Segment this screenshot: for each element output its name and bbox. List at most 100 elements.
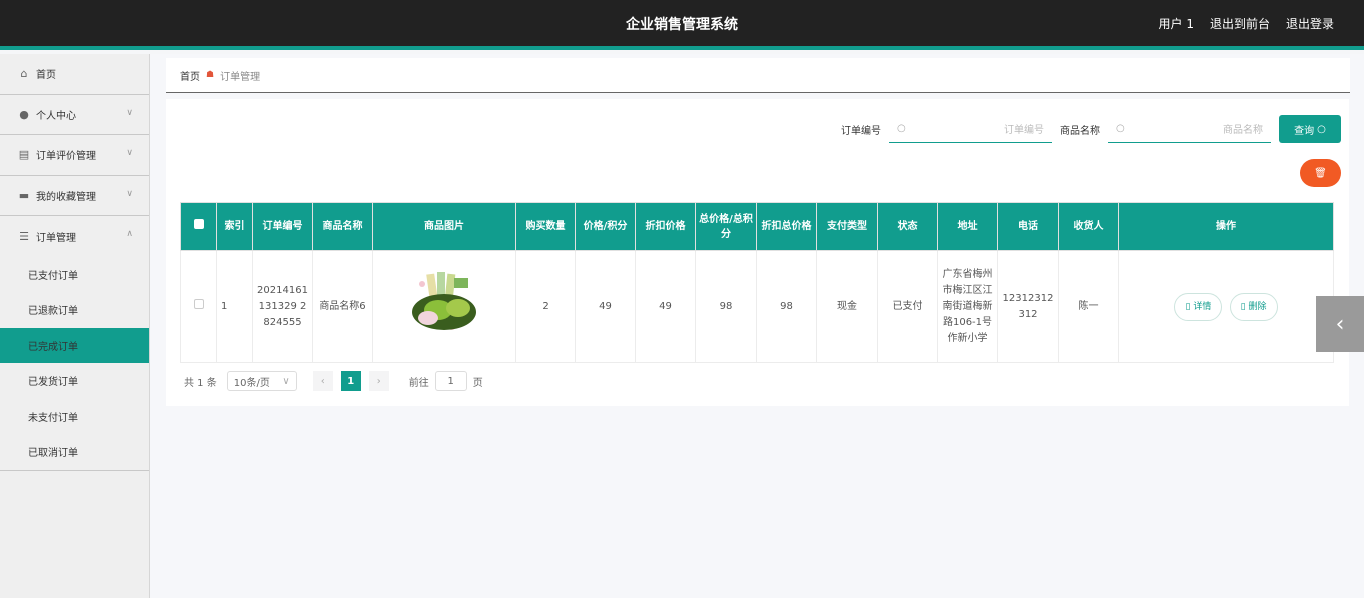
search-icon: ○ — [1116, 123, 1125, 134]
cell-product-image — [372, 250, 516, 363]
trash-icon: ▯ — [1240, 301, 1246, 312]
column-header: 支付类型 — [816, 202, 878, 251]
sidebar-sub-completed[interactable]: 已完成订单 — [0, 327, 149, 363]
select-all-checkbox[interactable] — [193, 219, 204, 229]
sidebar-item-orders[interactable]: ☰ 订单管理 ∧ — [0, 216, 149, 257]
select-all-cell[interactable] — [180, 202, 217, 251]
search-icon: ○ — [1317, 123, 1326, 135]
search-row: 订单编号 ○ 订单编号 商品名称 ○ 商品名称 查询 ○ — [841, 115, 1341, 143]
chevron-down-icon: ∨ — [282, 375, 290, 387]
page-unit-label: 页 — [472, 377, 483, 389]
trash-icon: 🗑 — [1314, 167, 1327, 179]
sidebar-item-favorites[interactable]: ▬ 我的收藏管理 ∨ — [0, 176, 149, 216]
user-link[interactable]: 用户 1 — [1159, 15, 1194, 32]
breadcrumb-home[interactable]: 首页 — [180, 68, 200, 83]
column-header: 商品图片 — [372, 202, 516, 251]
cell-receiver: 陈一 — [1058, 250, 1119, 363]
back-to-front-link[interactable]: 退出到前台 — [1210, 15, 1270, 32]
main-content: 首页 ☗ 订单管理 订单编号 ○ 订单编号 商品名称 ○ 商品名称 查询 ○ 🗑 — [150, 54, 1364, 598]
column-header: 操作 — [1118, 202, 1334, 251]
column-header: 索引 — [216, 202, 253, 251]
goto-label: 前往 — [408, 377, 429, 389]
sidebar-sub-refunded[interactable]: 已退款订单 — [0, 292, 149, 328]
column-header: 收货人 — [1058, 202, 1119, 251]
sidebar-sub-paid[interactable]: 已支付订单 — [0, 257, 149, 293]
page-number-button[interactable]: 1 — [340, 371, 361, 391]
cell-address: 广东省梅州市梅江区江南街道梅新路106-1号作新小学 — [937, 250, 998, 363]
cell-discount-total: 98 — [756, 250, 817, 363]
home-icon: ⌂ — [20, 67, 28, 81]
column-header: 价格/积分 — [575, 202, 636, 251]
header-links: 用户 1 退出到前台 退出登录 — [1159, 15, 1334, 32]
page-size-select[interactable]: 10条/页 ∨ — [226, 371, 297, 391]
column-header: 折扣价格 — [635, 202, 696, 251]
product-name-input[interactable]: ○ 商品名称 — [1108, 116, 1271, 143]
chevron-down-icon: ∨ — [126, 188, 133, 199]
chevron-down-icon: ∨ — [126, 107, 133, 118]
order-submenu: 已支付订单 已退款订单 已完成订单 已发货订单 未支付订单 已取消订单 — [0, 257, 149, 471]
cell-total: 98 — [695, 250, 757, 363]
order-panel: 订单编号 ○ 订单编号 商品名称 ○ 商品名称 查询 ○ 🗑 索引 订单编号 商… — [166, 99, 1349, 406]
cell-discount-price: 49 — [635, 250, 696, 363]
batch-delete-button[interactable]: 🗑 — [1300, 159, 1341, 187]
breadcrumb-separator-icon: ☗ — [206, 70, 215, 80]
search-icon: ○ — [897, 123, 906, 134]
table-header-row: 索引 订单编号 商品名称 商品图片 购买数量 价格/积分 折扣价格 总价格/总积… — [180, 202, 1334, 251]
delete-button[interactable]: ▯ 删除 — [1229, 292, 1278, 321]
sidebar-item-label: 个人中心 — [36, 110, 76, 122]
row-checkbox[interactable] — [193, 298, 204, 309]
clipboard-icon: ▤ — [18, 148, 30, 162]
query-button-label: 查询 — [1294, 125, 1315, 137]
sidebar-item-label: 首页 — [36, 70, 56, 82]
order-no-placeholder: 订单编号 — [1004, 125, 1044, 136]
sidebar-sub-unpaid[interactable]: 未支付订单 — [0, 399, 149, 435]
cell-status: 已支付 — [877, 250, 938, 363]
delete-button-label: 删除 — [1248, 301, 1267, 312]
next-page-button[interactable]: › — [368, 371, 389, 391]
pagination: 共 1 条 10条/页 ∨ ‹ 1 › 前往 1 页 — [184, 371, 483, 391]
goto-page-input[interactable]: 1 — [434, 371, 467, 391]
sidebar-item-label: 订单评价管理 — [36, 151, 96, 163]
column-header: 折扣总价格 — [756, 202, 817, 251]
product-image — [412, 271, 476, 330]
sidebar-item-label: 订单管理 — [36, 232, 76, 244]
sidebar: ⌂ 首页 ● 个人中心 ∨ ▤ 订单评价管理 ∨ ▬ 我的收藏管理 ∨ ☰ 订单… — [0, 54, 150, 598]
list-icon: ☰ — [19, 229, 29, 243]
pagination-total: 共 1 条 — [184, 377, 217, 389]
detail-button[interactable]: ▯ 详情 — [1174, 292, 1223, 321]
table-row: 1 20214161131329 2824555 商品名称6 2 49 49 9… — [180, 250, 1334, 363]
prev-page-button[interactable]: ‹ — [312, 371, 333, 391]
column-header: 订单编号 — [252, 202, 313, 251]
page-size-value: 10条/页 — [233, 377, 270, 389]
row-select-cell[interactable] — [180, 250, 217, 363]
order-no-label: 订单编号 — [841, 125, 881, 137]
cell-actions: ▯ 详情 ▯ 删除 — [1118, 250, 1334, 363]
breadcrumb: 首页 ☗ 订单管理 — [166, 58, 1350, 93]
sidebar-item-home[interactable]: ⌂ 首页 — [0, 54, 149, 95]
cell-phone: 12312312312 — [997, 250, 1059, 363]
column-header: 总价格/总积分 — [695, 202, 757, 251]
cell-order-no: 20214161131329 2824555 — [252, 250, 313, 363]
order-table: 索引 订单编号 商品名称 商品图片 购买数量 价格/积分 折扣价格 总价格/总积… — [180, 202, 1334, 363]
sidebar-sub-cancelled[interactable]: 已取消订单 — [0, 434, 149, 470]
cell-product-name: 商品名称6 — [312, 250, 373, 363]
column-header: 商品名称 — [312, 202, 373, 251]
ticket-icon: ▬ — [18, 188, 30, 202]
cell-pay-type: 现金 — [816, 250, 878, 363]
sidebar-item-label: 我的收藏管理 — [36, 191, 96, 203]
query-button[interactable]: 查询 ○ — [1279, 115, 1341, 143]
sidebar-item-order-review[interactable]: ▤ 订单评价管理 ∨ — [0, 135, 149, 176]
collapse-panel-button[interactable]: ‹ — [1316, 296, 1364, 352]
chevron-up-icon: ∧ — [126, 229, 133, 239]
sidebar-sub-shipped[interactable]: 已发货订单 — [0, 363, 149, 399]
order-no-input[interactable]: ○ 订单编号 — [889, 116, 1052, 143]
product-name-label: 商品名称 — [1060, 125, 1100, 137]
user-icon: ● — [19, 107, 29, 121]
cell-price: 49 — [575, 250, 636, 363]
column-header: 购买数量 — [515, 202, 576, 251]
document-icon: ▯ — [1185, 301, 1191, 312]
column-header: 电话 — [997, 202, 1059, 251]
sidebar-item-profile[interactable]: ● 个人中心 ∨ — [0, 95, 149, 135]
logout-link[interactable]: 退出登录 — [1286, 15, 1334, 32]
product-name-placeholder: 商品名称 — [1223, 125, 1263, 136]
